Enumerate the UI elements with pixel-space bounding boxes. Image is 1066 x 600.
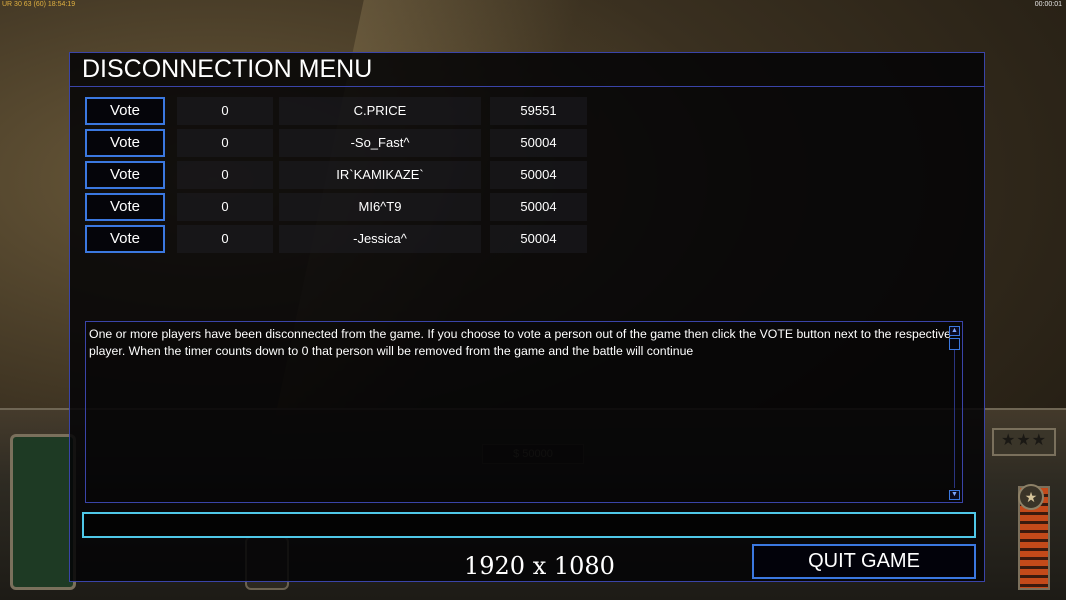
chat-input[interactable] bbox=[82, 512, 976, 538]
player-name: MI6^T9 bbox=[279, 193, 481, 221]
vote-count: 0 bbox=[177, 97, 273, 125]
player-name: IR`KAMIKAZE` bbox=[279, 161, 481, 189]
status-bar: UR 30 63 (60) 18:54:19 00:00:01 bbox=[0, 0, 1066, 10]
player-timer: 50004 bbox=[490, 193, 587, 221]
player-timer: 50004 bbox=[490, 161, 587, 189]
player-name: -So_Fast^ bbox=[279, 129, 481, 157]
player-name: C.PRICE bbox=[279, 97, 481, 125]
resolution-overlay: 1920 x 1080 bbox=[464, 552, 615, 580]
vote-button[interactable]: Vote bbox=[85, 193, 165, 221]
vote-button[interactable]: Vote bbox=[85, 129, 165, 157]
vote-count: 0 bbox=[177, 129, 273, 157]
scrollbar-thumb[interactable] bbox=[949, 338, 960, 350]
power-meter bbox=[1018, 486, 1050, 590]
fps-readout: UR 30 63 (60) 18:54:19 bbox=[2, 1, 76, 8]
vote-button[interactable]: Vote bbox=[85, 97, 165, 125]
player-timer: 50004 bbox=[490, 225, 587, 253]
game-timer: 00:00:01 bbox=[1034, 1, 1062, 8]
player-timer: 59551 bbox=[490, 97, 587, 125]
message-box[interactable]: One or more players have been disconnect… bbox=[85, 321, 963, 503]
scrollbar-track[interactable] bbox=[954, 350, 955, 488]
vote-count: 0 bbox=[177, 193, 273, 221]
vote-button[interactable]: Vote bbox=[85, 225, 165, 253]
title-divider bbox=[70, 86, 984, 87]
scroll-up-arrow-icon[interactable]: ▲ bbox=[949, 326, 960, 336]
vote-count: 0 bbox=[177, 225, 273, 253]
radar-screen bbox=[10, 434, 76, 590]
player-timer: 50004 bbox=[490, 129, 587, 157]
panel-title: DISCONNECTION MENU bbox=[82, 55, 373, 83]
vote-count: 0 bbox=[177, 161, 273, 189]
player-name: -Jessica^ bbox=[279, 225, 481, 253]
scroll-down-arrow-icon[interactable]: ▼ bbox=[949, 490, 960, 500]
disconnection-panel: DISCONNECTION MENU Vote 0 C.PRICE 59551 … bbox=[69, 52, 985, 582]
quit-game-button[interactable]: QUIT GAME bbox=[752, 544, 976, 579]
message-text: One or more players have been disconnect… bbox=[89, 327, 951, 358]
rank-stars-icon: ★★★ bbox=[992, 428, 1056, 456]
general-star-icon: ★ bbox=[1018, 484, 1044, 510]
vote-button[interactable]: Vote bbox=[85, 161, 165, 189]
